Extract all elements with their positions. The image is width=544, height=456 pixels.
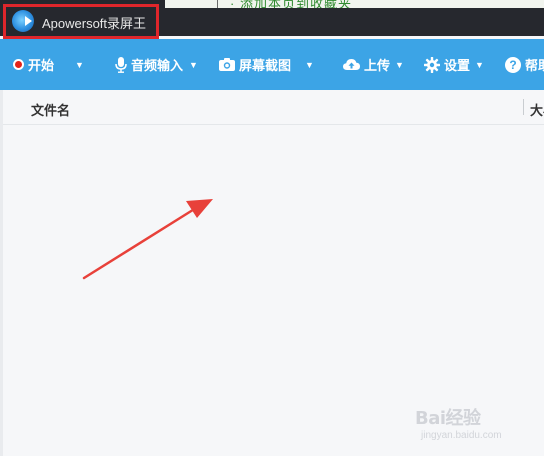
record-icon [13, 59, 24, 70]
background-window-text: · 添加本页到收藏夹 [230, 0, 352, 8]
help-label: 帮助 [525, 58, 544, 73]
watermark-brand: Bai经验 [415, 408, 481, 429]
watermark-url: jingyan.baidu.com [421, 430, 502, 441]
upload-label: 上传 [364, 58, 391, 73]
start-record-button[interactable]: 开始 [13, 39, 54, 90]
screenshot-dropdown-caret[interactable]: ▼ [305, 39, 314, 90]
settings-button[interactable]: 设置 [424, 39, 470, 90]
column-divider[interactable] [523, 99, 524, 115]
start-record-label: 开始 [28, 58, 55, 73]
start-dropdown-caret[interactable]: ▼ [75, 39, 84, 90]
gear-icon [424, 56, 440, 73]
file-table-header: 文件名 大小 [0, 90, 544, 125]
title-highlight-annotation [3, 4, 159, 39]
toolbar: 开始 ▼ 音频输入 ▼ 屏幕截图 ▼ 上传 ▼ 设置 ▼ ? 帮助 [0, 39, 544, 90]
column-header-size[interactable]: 大小 [530, 100, 544, 119]
background-window-strip: · 添加本页到收藏夹 [165, 0, 544, 8]
settings-dropdown-caret[interactable]: ▼ [475, 39, 484, 90]
microphone-icon [115, 56, 127, 73]
audio-input-dropdown-caret[interactable]: ▼ [189, 39, 198, 90]
help-icon: ? [505, 56, 521, 73]
cloud-upload-icon [343, 58, 360, 71]
audio-input-button[interactable]: 音频输入 [115, 39, 183, 90]
screenshot-label: 屏幕截图 [239, 58, 292, 73]
camera-icon [219, 58, 235, 71]
upload-dropdown-caret[interactable]: ▼ [395, 39, 404, 90]
upload-button[interactable]: 上传 [343, 39, 390, 90]
baidu-jingyan-watermark: Bai经验 jingyan.baidu.com [415, 404, 540, 448]
column-header-filename[interactable]: 文件名 [31, 100, 70, 119]
screenshot-button[interactable]: 屏幕截图 [219, 39, 291, 90]
settings-label: 设置 [444, 58, 471, 73]
audio-input-label: 音频输入 [131, 58, 184, 73]
help-button[interactable]: ? 帮助 [505, 39, 544, 90]
background-divider [217, 0, 218, 8]
